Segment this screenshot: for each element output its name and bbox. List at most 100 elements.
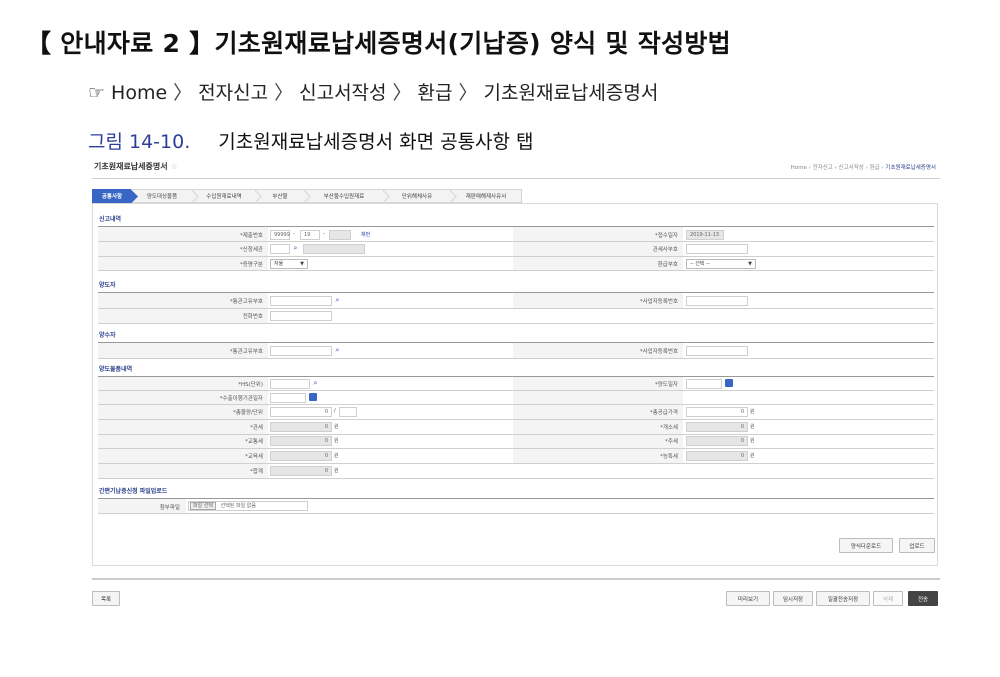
doc-serial-input [329, 230, 351, 240]
won-unit: 원 [750, 453, 755, 459]
traffic-tax-label: *교통세 [245, 439, 263, 445]
won-unit: 원 [750, 424, 755, 430]
footer-divider [92, 578, 940, 580]
section-title-transferee: 양수자 [99, 332, 116, 339]
export-date-input[interactable] [270, 393, 306, 403]
star-icon[interactable]: ☆ [171, 162, 178, 171]
tab-label: 공통사항 [101, 194, 123, 200]
chevron-down-icon: ▼ [300, 261, 304, 267]
search-icon[interactable]: ⌕ [291, 244, 300, 253]
transferee-code-label: *통관고유부호 [229, 349, 263, 355]
receipt-date-field: 2019-11-13 [686, 230, 724, 240]
screen-crumb-e-filing[interactable]: 전자신고 [813, 165, 833, 171]
receipt-date-label: *접수일자 [655, 233, 678, 239]
unit-input[interactable] [339, 407, 357, 417]
doc-year-input[interactable]: 19 [300, 230, 320, 240]
transferee-biz-label: *사업자등록번호 [639, 349, 678, 355]
rural-tax-label: *농특세 [660, 454, 678, 460]
screen-title: 기초원재료납세증명서 ☆ [94, 161, 178, 172]
type-label: *증명구분 [240, 262, 263, 268]
traffic-tax-field: 0 [270, 436, 332, 446]
list-button[interactable]: 목록 [92, 591, 120, 606]
transferor-biz-input[interactable] [686, 296, 748, 306]
search-icon[interactable]: ⌕ [333, 296, 342, 305]
screen-breadcrumb: Home › 전자신고 › 신고서작성 › 환급 › 기초원재료납세증명서 [791, 163, 936, 171]
form-panel: 신고내역 *제출번호 99999 - 19 - 채번 *신청세관 ⌕ *증명구분… [92, 203, 938, 566]
row-divider [98, 448, 934, 449]
preview-button[interactable]: 미리보기 [726, 591, 770, 606]
quantity-separator: / [334, 408, 336, 414]
crumb-separator: 〉 [173, 82, 193, 104]
screen-crumb-report[interactable]: 신고서작성 [839, 165, 864, 171]
customs-input[interactable] [270, 244, 290, 254]
issue-number-button[interactable]: 채번 [361, 231, 370, 238]
doc-crumb-e-filing: 전자신고 [198, 82, 269, 104]
tab-label: 부산물 [272, 194, 288, 200]
row-divider [98, 390, 934, 391]
file-select-button[interactable]: 파일 선택 [190, 502, 216, 510]
tab-import-materials[interactable]: 수입원재료내역 [192, 189, 262, 203]
crumb-separator: › [808, 165, 811, 171]
education-tax-label: *교육세 [245, 454, 263, 460]
row-divider [98, 478, 934, 479]
refund-code-select[interactable]: -- 선택 -- ▼ [686, 259, 756, 269]
transferor-phone-label: 전화번호 [242, 314, 263, 320]
calendar-icon[interactable] [725, 379, 733, 387]
doc-no-label: *제출번호 [240, 233, 263, 239]
tab-transfer-goods[interactable]: 양도대상물품 [131, 189, 199, 203]
crumb-separator: 〉 [458, 82, 478, 104]
tab-resale-release[interactable]: 재판매해제사유서 [450, 189, 522, 203]
tab-unit-dissolution[interactable]: 단위해체사유 [383, 189, 457, 203]
won-unit: 원 [750, 438, 755, 444]
send-button[interactable]: 전송 [908, 591, 938, 606]
search-icon[interactable]: ⌕ [333, 346, 342, 355]
refund-select-value: -- 선택 -- [690, 261, 710, 267]
transferor-phone-input[interactable] [270, 311, 332, 321]
delete-button[interactable]: 삭제 [873, 591, 903, 606]
row-divider [98, 513, 934, 514]
screen-header: 기초원재료납세증명서 ☆ Home › 전자신고 › 신고서작성 › 환급 › 기… [92, 159, 940, 177]
tab-byproduct-materials[interactable]: 부산물수입원재료 [304, 189, 390, 203]
transferee-biz-input[interactable] [686, 346, 748, 356]
liquor-tax-label: *주세 [665, 439, 678, 445]
transferor-code-input[interactable] [270, 296, 332, 306]
temp-save-button[interactable]: 임시저장 [773, 591, 813, 606]
template-download-button[interactable]: 양식다운로드 [839, 538, 893, 553]
file-input[interactable]: 파일 선택 선택된 파일 없음 [188, 501, 308, 511]
doc-no-input[interactable]: 99999 [270, 230, 290, 240]
doc-no-separator: - [293, 231, 295, 237]
customs-name-field [303, 244, 365, 254]
tab-bar: 공통사항 양도대상물품 수입원재료내역 부산물 부산물수입원재료 단위해체사유 … [92, 189, 562, 203]
supply-price-label: *총공급가격 [649, 410, 678, 416]
customs-broker-label: 관세사부호 [652, 247, 678, 253]
education-tax-field: 0 [270, 451, 332, 461]
hs-label: *HS(단위) [238, 382, 263, 388]
batch-save-button[interactable]: 일괄전송저장 [816, 591, 870, 606]
crumb-separator: › [834, 165, 837, 171]
tariff-field: 0 [270, 422, 332, 432]
excise-tax-label: *개소세 [660, 425, 678, 431]
figure-caption-text: 기초원재료납세증명서 화면 공통사항 탭 [218, 131, 534, 153]
quantity-label: *총물량/단위 [233, 410, 263, 416]
doc-breadcrumb: ☞ Home 〉 전자신고 〉 신고서작성 〉 환급 〉 기초원재료납세증명서 [88, 78, 658, 105]
row-divider [98, 308, 934, 309]
search-icon[interactable]: ⌕ [311, 379, 320, 388]
tab-label: 재판매해제사유서 [465, 194, 507, 200]
transferee-code-input[interactable] [270, 346, 332, 356]
screen-crumb-refund[interactable]: 환급 [870, 165, 880, 171]
calendar-icon[interactable] [309, 393, 317, 401]
chevron-down-icon: ▼ [748, 261, 752, 267]
section-title-report: 신고내역 [99, 216, 122, 223]
upload-button[interactable]: 업로드 [899, 538, 935, 553]
type-select[interactable]: 자율 ▼ [270, 259, 308, 269]
hand-pointer-icon: ☞ [88, 82, 106, 104]
tab-common[interactable]: 공통사항 [92, 189, 138, 203]
hs-input[interactable] [270, 379, 310, 389]
attachment-label: 첨부파일 [159, 505, 180, 511]
transfer-date-input[interactable] [686, 379, 722, 389]
supply-price-input[interactable]: 0 [686, 407, 748, 417]
tab-byproduct[interactable]: 부산물 [255, 189, 311, 203]
screen-crumb-home[interactable]: Home [791, 165, 807, 171]
quantity-input[interactable]: 0 [270, 407, 332, 417]
customs-broker-input[interactable] [686, 244, 748, 254]
